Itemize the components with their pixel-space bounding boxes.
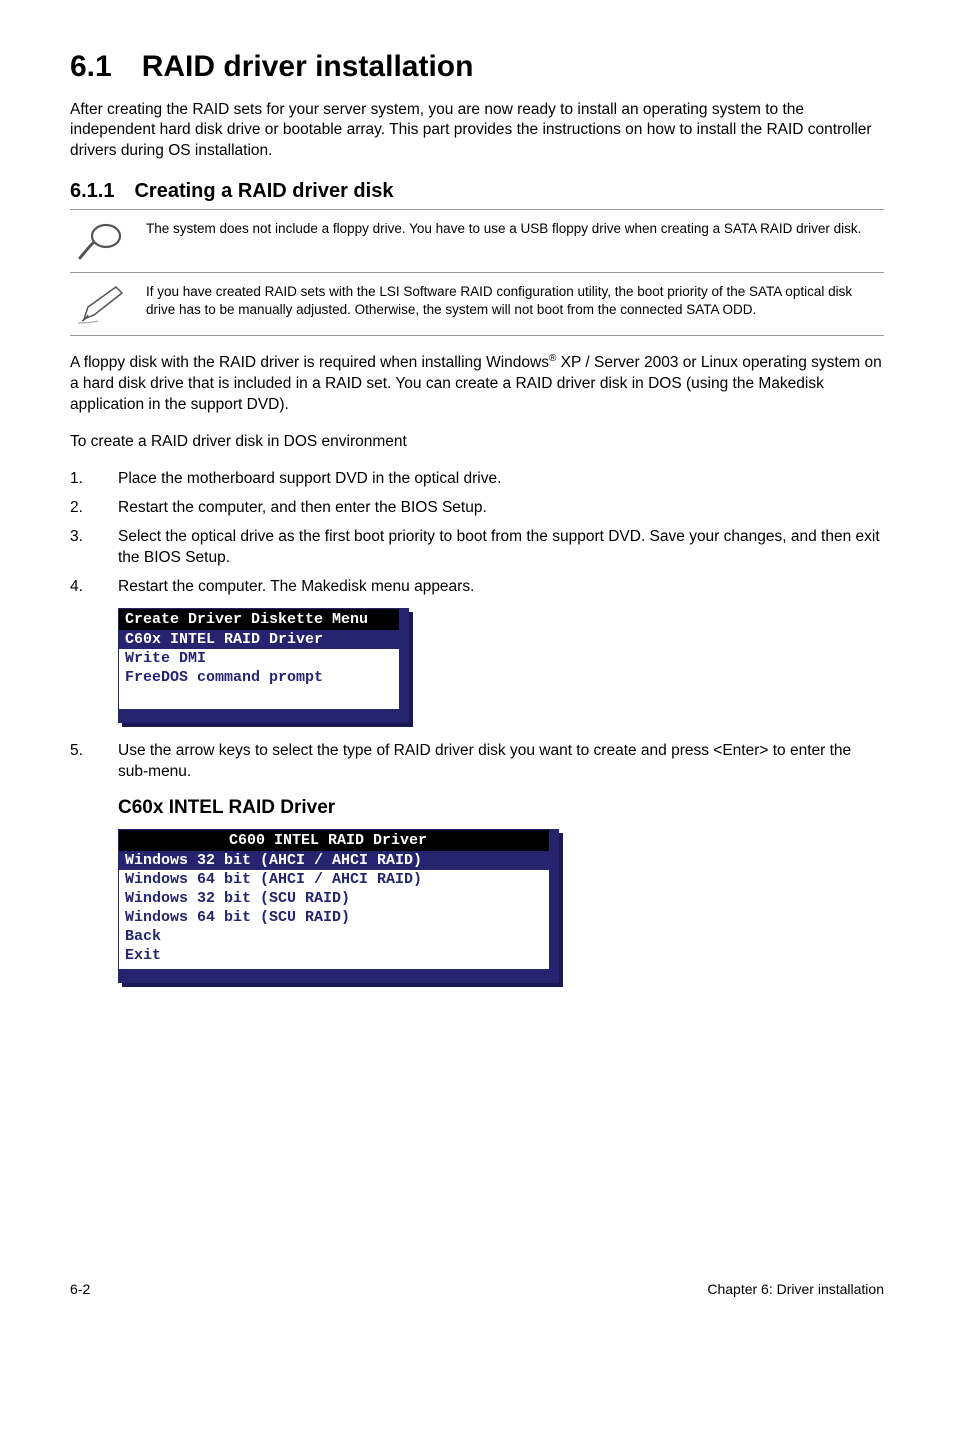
section-heading-6-1-1: 6.1.1 Creating a RAID driver disk [70, 180, 884, 203]
menu-item: Back [119, 927, 549, 946]
pen-icon [70, 283, 146, 325]
list-item: 3.Select the optical drive as the first … [70, 527, 884, 569]
note-text: The system does not include a floppy dri… [146, 220, 881, 238]
menu-title: C600 INTEL RAID Driver [119, 830, 549, 851]
list-item: 5.Use the arrow keys to select the type … [70, 741, 884, 783]
steps-list: 1.Place the motherboard support DVD in t… [70, 469, 884, 598]
menu-item: Windows 32 bit (SCU RAID) [119, 889, 549, 908]
magnifier-icon [70, 220, 146, 262]
menu-item: Exit [119, 946, 549, 965]
menu-item: Write DMI [119, 649, 399, 668]
makedisk-menu-screenshot: Create Driver Diskette Menu C60x INTEL R… [118, 608, 884, 723]
page-number: 6-2 [70, 1281, 90, 1297]
menu-title: Create Driver Diskette Menu [119, 609, 399, 630]
note-block-lsi-raid: If you have created RAID sets with the L… [70, 273, 884, 336]
list-item: 1.Place the motherboard support DVD in t… [70, 469, 884, 490]
menu-item: Windows 64 bit (AHCI / AHCI RAID) [119, 870, 549, 889]
list-item: 4.Restart the computer. The Makedisk men… [70, 577, 884, 598]
page-footer: 6-2 Chapter 6: Driver installation [0, 1281, 954, 1327]
body-paragraph-1: A floppy disk with the RAID driver is re… [70, 352, 884, 416]
c600-raid-menu-screenshot: C600 INTEL RAID Driver Windows 32 bit (A… [118, 829, 884, 983]
steps-list-continued: 5.Use the arrow keys to select the type … [70, 741, 884, 783]
body-paragraph-2: To create a RAID driver disk in DOS envi… [70, 432, 884, 453]
menu-item: FreeDOS command prompt [119, 668, 399, 687]
page-heading: 6.1 RAID driver installation [70, 50, 884, 84]
list-item: 2.Restart the computer, and then enter t… [70, 498, 884, 519]
chapter-label: Chapter 6: Driver installation [707, 1281, 884, 1297]
menu-item: Windows 64 bit (SCU RAID) [119, 908, 549, 927]
note-text: If you have created RAID sets with the L… [146, 283, 884, 319]
menu-selected-item: Windows 32 bit (AHCI / AHCI RAID) [119, 851, 549, 870]
note-block-usb-floppy: The system does not include a floppy dri… [70, 209, 884, 273]
sub-heading-c60x: C60x INTEL RAID Driver [118, 797, 884, 819]
intro-paragraph: After creating the RAID sets for your se… [70, 100, 884, 163]
menu-selected-item: C60x INTEL RAID Driver [119, 630, 399, 649]
